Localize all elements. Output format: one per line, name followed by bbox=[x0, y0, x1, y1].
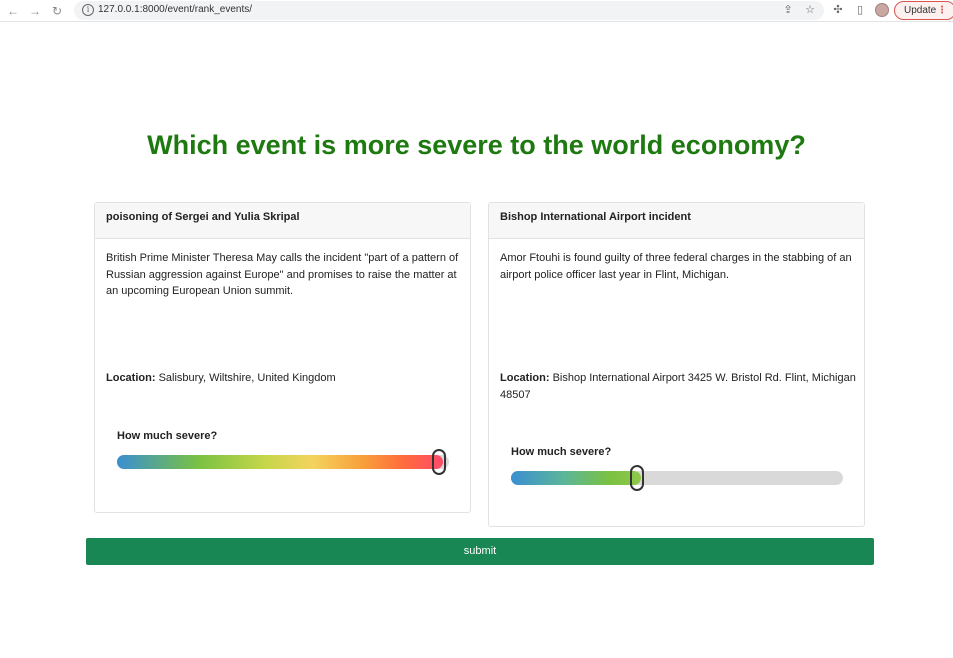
severity-slider-thumb[interactable] bbox=[432, 449, 446, 475]
severity-label: How much severe? bbox=[511, 446, 612, 458]
page-title: Which event is more severe to the world … bbox=[147, 130, 806, 160]
event-description: Amor Ftouhi is found guilty of three fed… bbox=[500, 252, 852, 281]
event-title: poisoning of Sergei and Yulia Skripal bbox=[95, 203, 470, 239]
event-description: British Prime Minister Theresa May calls… bbox=[106, 252, 459, 297]
share-icon[interactable]: ⇪ bbox=[781, 3, 795, 17]
location-value: Salisbury, Wiltshire, United Kingdom bbox=[158, 372, 336, 384]
side-panel-icon[interactable]: ▯ bbox=[853, 3, 867, 17]
more-menu-icon[interactable]: ⋮ bbox=[937, 2, 947, 19]
back-icon[interactable]: ← bbox=[5, 3, 21, 19]
location-label: Location: bbox=[106, 372, 156, 384]
reload-icon[interactable]: ↻ bbox=[49, 3, 65, 19]
severity-slider-thumb[interactable] bbox=[630, 465, 644, 491]
location-label: Location: bbox=[500, 372, 550, 384]
address-bar[interactable]: i 127.0.0.1:8000/event/rank_events/ bbox=[74, 1, 824, 20]
profile-avatar[interactable] bbox=[875, 3, 889, 17]
event-title: Bishop International Airport incident bbox=[489, 203, 864, 239]
severity-slider-fill bbox=[117, 455, 443, 469]
update-button[interactable]: Update ⋮ bbox=[894, 1, 953, 20]
severity-slider-fill bbox=[511, 471, 641, 485]
forward-icon[interactable]: → bbox=[27, 3, 43, 19]
event-card-left: poisoning of Sergei and Yulia Skripal Br… bbox=[94, 202, 471, 513]
severity-label: How much severe? bbox=[117, 430, 218, 442]
address-url[interactable]: 127.0.0.1:8000/event/rank_events/ bbox=[98, 4, 252, 15]
browser-toolbar: ← → ↻ i 127.0.0.1:8000/event/rank_events… bbox=[0, 0, 953, 22]
bookmark-star-icon[interactable]: ☆ bbox=[803, 3, 817, 17]
event-location: Location: Salisbury, Wiltshire, United K… bbox=[106, 370, 462, 387]
event-location: Location: Bishop International Airport 3… bbox=[500, 370, 856, 403]
submit-button[interactable]: submit bbox=[86, 538, 874, 565]
extensions-icon[interactable]: ✣ bbox=[831, 3, 845, 17]
location-value: Bishop International Airport 3425 W. Bri… bbox=[500, 372, 856, 401]
event-card-right: Bishop International Airport incident Am… bbox=[488, 202, 865, 527]
severity-slider[interactable] bbox=[511, 465, 843, 491]
update-label: Update bbox=[904, 5, 937, 16]
severity-slider[interactable] bbox=[117, 449, 449, 475]
site-info-icon[interactable]: i bbox=[82, 4, 94, 16]
